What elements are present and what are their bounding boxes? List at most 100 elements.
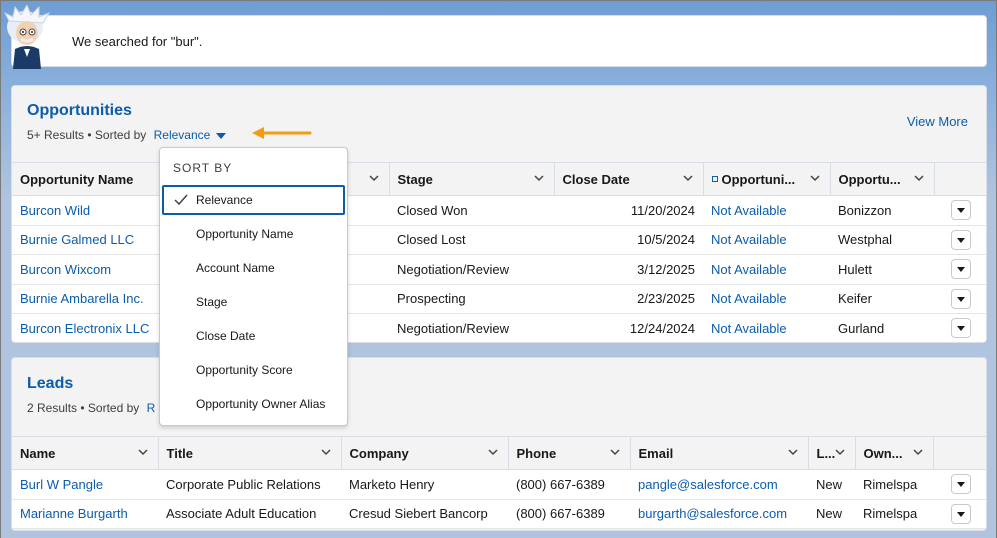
score-icon	[711, 176, 718, 183]
caret-down-icon	[216, 132, 227, 139]
row-action-button[interactable]	[951, 259, 971, 280]
owner-cell: Hulett	[830, 254, 934, 285]
title-cell: Associate Adult Education	[158, 499, 341, 529]
leads-card: Leads 2 Results • Sorted by R Name Title…	[11, 357, 987, 531]
row-action-button[interactable]	[951, 229, 971, 250]
column-header-title[interactable]: Title	[158, 436, 342, 470]
checkmark-icon	[174, 194, 188, 206]
opportunity-score-cell[interactable]: Not Available	[703, 225, 830, 255]
opportunity-score-cell[interactable]: Not Available	[703, 195, 830, 226]
opportunity-name-link[interactable]: Burcon Wixcom	[12, 254, 162, 285]
chevron-down-icon	[368, 175, 379, 182]
chevron-down-icon	[487, 449, 498, 456]
column-header-close-date[interactable]: Close Date	[554, 162, 704, 196]
title-cell: Corporate Public Relations	[158, 469, 341, 500]
column-header-opportunity-name[interactable]: Opportunity Name	[12, 162, 163, 196]
opportunity-score-cell[interactable]: Not Available	[703, 254, 830, 285]
chevron-down-icon	[320, 449, 331, 456]
leads-table: Name Title Company Phone Email L... Own.…	[12, 436, 986, 529]
owner-cell: Gurland	[830, 313, 934, 342]
chevron-down-icon	[609, 449, 620, 456]
sort-option-stage[interactable]: Stage	[162, 287, 345, 317]
column-header-stage[interactable]: Stage	[389, 162, 555, 196]
row-action-button[interactable]	[951, 318, 971, 339]
stage-cell: Closed Won	[389, 195, 554, 226]
column-header-lead-status[interactable]: L...	[808, 436, 856, 470]
sort-menu-heading: SORT BY	[173, 161, 233, 175]
leads-title[interactable]: Leads	[27, 375, 73, 393]
sort-option-account-name[interactable]: Account Name	[162, 253, 345, 283]
lead-status-cell: New	[808, 469, 855, 500]
opportunities-result-count: 5+ Results • Sorted by	[27, 128, 147, 142]
close-date-cell: 11/20/2024	[554, 195, 703, 226]
view-more-link[interactable]: View More	[907, 114, 968, 129]
sort-option-relevance[interactable]: Relevance	[162, 185, 345, 215]
column-header-owner[interactable]: Own...	[855, 436, 934, 470]
einstein-avatar-icon	[3, 5, 51, 69]
close-date-cell: 10/5/2024	[554, 225, 703, 255]
opportunities-card: Opportunities 5+ Results • Sorted by Rel…	[11, 85, 987, 343]
phone-cell: (800) 667-6389	[508, 469, 630, 500]
sort-by-dropdown-trigger[interactable]: Relevance	[150, 128, 227, 142]
row-action-button[interactable]	[951, 288, 971, 309]
chevron-down-icon	[912, 449, 923, 456]
opportunity-score-cell[interactable]: Not Available	[703, 313, 830, 342]
stage-cell: Negotiation/Review	[389, 254, 554, 285]
leads-sort-value[interactable]: R	[147, 401, 156, 415]
column-header-opportunity-score[interactable]: Opportuni...	[703, 162, 831, 196]
annotation-arrow-icon	[252, 127, 312, 139]
leads-meta: 2 Results • Sorted by R	[27, 401, 155, 415]
sort-by-value: Relevance	[153, 128, 211, 142]
opportunity-name-link[interactable]: Burcon Wild	[12, 195, 162, 226]
email-link[interactable]: burgarth@salesforce.com	[630, 499, 808, 529]
banner-text: We searched for "bur".	[72, 34, 203, 49]
column-header-company[interactable]: Company	[341, 436, 509, 470]
column-header-name[interactable]: Name	[12, 436, 159, 470]
opportunity-name-link[interactable]: Burcon Electronix LLC	[12, 313, 162, 342]
table-row: Marianne Burgarth Associate Adult Educat…	[12, 499, 986, 529]
leads-result-count: 2 Results • Sorted by	[27, 401, 140, 415]
sort-option-opportunity-name[interactable]: Opportunity Name	[162, 219, 345, 249]
phone-cell: (800) 667-6389	[508, 499, 630, 529]
chevron-down-icon	[809, 175, 820, 182]
chevron-down-icon	[533, 175, 544, 182]
search-banner: We searched for "bur".	[11, 15, 987, 67]
row-action-button[interactable]	[950, 474, 971, 495]
opportunity-name-link[interactable]: Burnie Ambarella Inc.	[12, 284, 162, 314]
sort-by-menu: SORT BY Relevance Opportunity Name Accou…	[159, 147, 348, 426]
company-cell: Marketo Henry	[341, 469, 508, 500]
owner-cell: Rimelspa	[855, 499, 933, 529]
owner-cell: Rimelspa	[855, 469, 933, 500]
row-action-button[interactable]	[951, 200, 971, 221]
opportunity-score-cell[interactable]: Not Available	[703, 284, 830, 314]
sort-option-close-date[interactable]: Close Date	[162, 321, 345, 351]
owner-cell: Keifer	[830, 284, 934, 314]
close-date-cell: 2/23/2025	[554, 284, 703, 314]
column-header-actions	[933, 436, 986, 470]
close-date-cell: 3/12/2025	[554, 254, 703, 285]
stage-cell: Closed Lost	[389, 225, 554, 255]
email-link[interactable]: pangle@salesforce.com	[630, 469, 808, 500]
column-header-phone[interactable]: Phone	[508, 436, 631, 470]
chevron-down-icon	[913, 175, 924, 182]
chevron-down-icon	[787, 449, 798, 456]
row-action-button[interactable]	[950, 503, 971, 524]
owner-cell: Bonizzon	[830, 195, 934, 226]
sort-option-opportunity-score[interactable]: Opportunity Score	[162, 355, 345, 385]
chevron-down-icon	[682, 175, 693, 182]
opportunity-name-link[interactable]: Burnie Galmed LLC	[12, 225, 162, 255]
column-header-opportunity-owner[interactable]: Opportu...	[830, 162, 935, 196]
owner-cell: Westphal	[830, 225, 934, 255]
table-row: Burl W Pangle Corporate Public Relations…	[12, 469, 986, 500]
chevron-down-icon	[137, 449, 148, 456]
opportunities-meta: 5+ Results • Sorted by Relevance	[27, 128, 227, 142]
column-header-email[interactable]: Email	[630, 436, 809, 470]
opportunities-title[interactable]: Opportunities	[27, 102, 132, 120]
lead-name-link[interactable]: Burl W Pangle	[12, 469, 158, 500]
stage-cell: Negotiation/Review	[389, 313, 554, 342]
stage-cell: Prospecting	[389, 284, 554, 314]
column-header-actions	[934, 162, 986, 196]
sort-option-owner-alias[interactable]: Opportunity Owner Alias	[162, 389, 345, 419]
company-cell: Cresud Siebert Bancorp	[341, 499, 508, 529]
lead-name-link[interactable]: Marianne Burgarth	[12, 499, 158, 529]
